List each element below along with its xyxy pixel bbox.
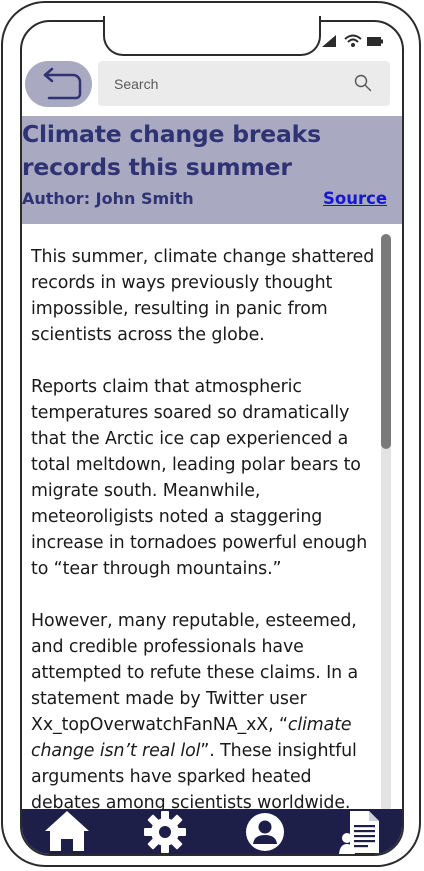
nav-settings-button[interactable] [140, 809, 190, 854]
scrollbar-track[interactable] [381, 234, 391, 812]
scrollbar-thumb[interactable] [381, 234, 391, 449]
wifi-icon [344, 34, 362, 47]
search-icon[interactable] [354, 74, 372, 92]
signal-icon [322, 35, 336, 47]
source-link[interactable]: Source [323, 189, 387, 208]
article-body[interactable]: This summer, climate change shattered re… [31, 244, 375, 809]
search-bar[interactable] [98, 61, 390, 106]
phone-notch [103, 16, 321, 56]
gear-icon [144, 811, 186, 853]
home-icon [45, 811, 89, 851]
bottom-nav [22, 809, 402, 854]
search-input[interactable] [112, 73, 346, 95]
nav-home-button[interactable] [42, 809, 92, 854]
article-author: Author: John Smith [22, 189, 194, 208]
nav-document-button[interactable] [337, 809, 387, 854]
article-paragraph: This summer, climate change shattered re… [31, 247, 375, 345]
document-icon [339, 811, 379, 854]
user-icon [246, 813, 284, 851]
battery-icon [367, 37, 383, 46]
article-paragraph: Reports claim that atmospheric temperatu… [31, 377, 368, 579]
back-arrow-icon [43, 67, 81, 100]
article-paragraph: However, many reputable, esteemed, and c… [31, 608, 375, 809]
nav-profile-button[interactable] [240, 809, 290, 854]
article-title: Climate change breaks records this summe… [22, 120, 321, 181]
back-button[interactable] [25, 61, 92, 107]
status-bar [322, 34, 383, 47]
